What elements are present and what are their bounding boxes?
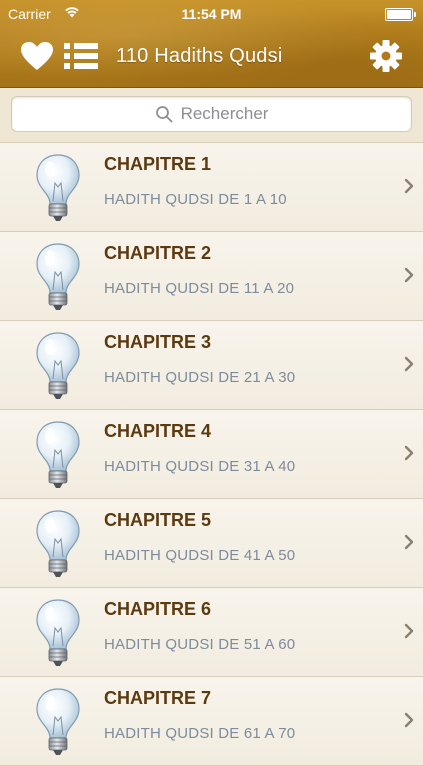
- list-item[interactable]: CHAPITRE 5 HADITH QUDSI DE 41 A 50: [0, 499, 423, 588]
- chapter-title: CHAPITRE 6: [104, 599, 212, 619]
- chevron-right-icon: [404, 534, 414, 550]
- chapter-subtitle: HADITH QUDSI DE 1 A 10: [104, 191, 287, 208]
- light-bulb-icon: [36, 688, 80, 755]
- light-bulb-icon: [36, 421, 80, 488]
- chevron-right-icon: [404, 356, 414, 372]
- chapter-subtitle: HADITH QUDSI DE 51 A 60: [104, 636, 296, 653]
- list-item[interactable]: CHAPITRE 6 HADITH QUDSI DE 51 A 60: [0, 588, 423, 677]
- search-input[interactable]: Rechercher: [11, 96, 412, 132]
- chapter-title: CHAPITRE 3: [104, 332, 212, 352]
- chevron-right-icon: [404, 712, 414, 728]
- search-bar: Rechercher: [0, 88, 423, 143]
- list-item[interactable]: CHAPITRE 7 HADITH QUDSI DE 61 A 70: [0, 677, 423, 766]
- light-bulb-icon: [36, 154, 80, 221]
- chevron-right-icon: [404, 178, 414, 194]
- chapter-subtitle: HADITH QUDSI DE 11 A 20: [104, 280, 295, 297]
- page-title: 110 Hadiths Qudsi: [116, 45, 283, 67]
- status-bar: Carrier 11:54 PM: [0, 0, 423, 28]
- search-icon: [155, 106, 172, 123]
- chevron-right-icon: [404, 445, 414, 461]
- light-bulb-icon: [36, 510, 80, 577]
- chapter-subtitle: HADITH QUDSI DE 21 A 30: [104, 369, 296, 386]
- gear-icon[interactable]: [369, 39, 403, 73]
- heart-icon[interactable]: [20, 41, 54, 71]
- list-icon[interactable]: [64, 42, 98, 70]
- chapter-subtitle: HADITH QUDSI DE 41 A 50: [104, 547, 296, 564]
- list-item[interactable]: CHAPITRE 3 HADITH QUDSI DE 21 A 30: [0, 321, 423, 410]
- chapter-subtitle: HADITH QUDSI DE 31 A 40: [104, 458, 296, 475]
- list-item[interactable]: CHAPITRE 1 HADITH QUDSI DE 1 A 10: [0, 143, 423, 232]
- nav-bar: 110 Hadiths Qudsi: [0, 28, 423, 86]
- chapter-title: CHAPITRE 2: [104, 243, 212, 263]
- clock: 11:54 PM: [181, 6, 242, 22]
- battery-icon: [385, 8, 416, 21]
- light-bulb-icon: [36, 332, 80, 399]
- chapter-title: CHAPITRE 5: [104, 510, 212, 530]
- chevron-right-icon: [404, 623, 414, 639]
- chapter-title: CHAPITRE 7: [104, 688, 212, 708]
- chapter-subtitle: HADITH QUDSI DE 61 A 70: [104, 725, 296, 742]
- search-placeholder: Rechercher: [180, 104, 269, 123]
- header: Carrier 11:54 PM 110 Hadiths Qudsi: [0, 0, 423, 88]
- chapter-list: CHAPITRE 1 HADITH QUDSI DE 1 A 10 CHAPIT…: [0, 143, 423, 766]
- chapter-title: CHAPITRE 4: [104, 421, 212, 441]
- list-item[interactable]: CHAPITRE 4 HADITH QUDSI DE 31 A 40: [0, 410, 423, 499]
- light-bulb-icon: [36, 243, 80, 310]
- list-item[interactable]: CHAPITRE 2 HADITH QUDSI DE 11 A 20: [0, 232, 423, 321]
- light-bulb-icon: [36, 599, 80, 666]
- chevron-right-icon: [404, 267, 414, 283]
- chapter-title: CHAPITRE 1: [104, 154, 212, 174]
